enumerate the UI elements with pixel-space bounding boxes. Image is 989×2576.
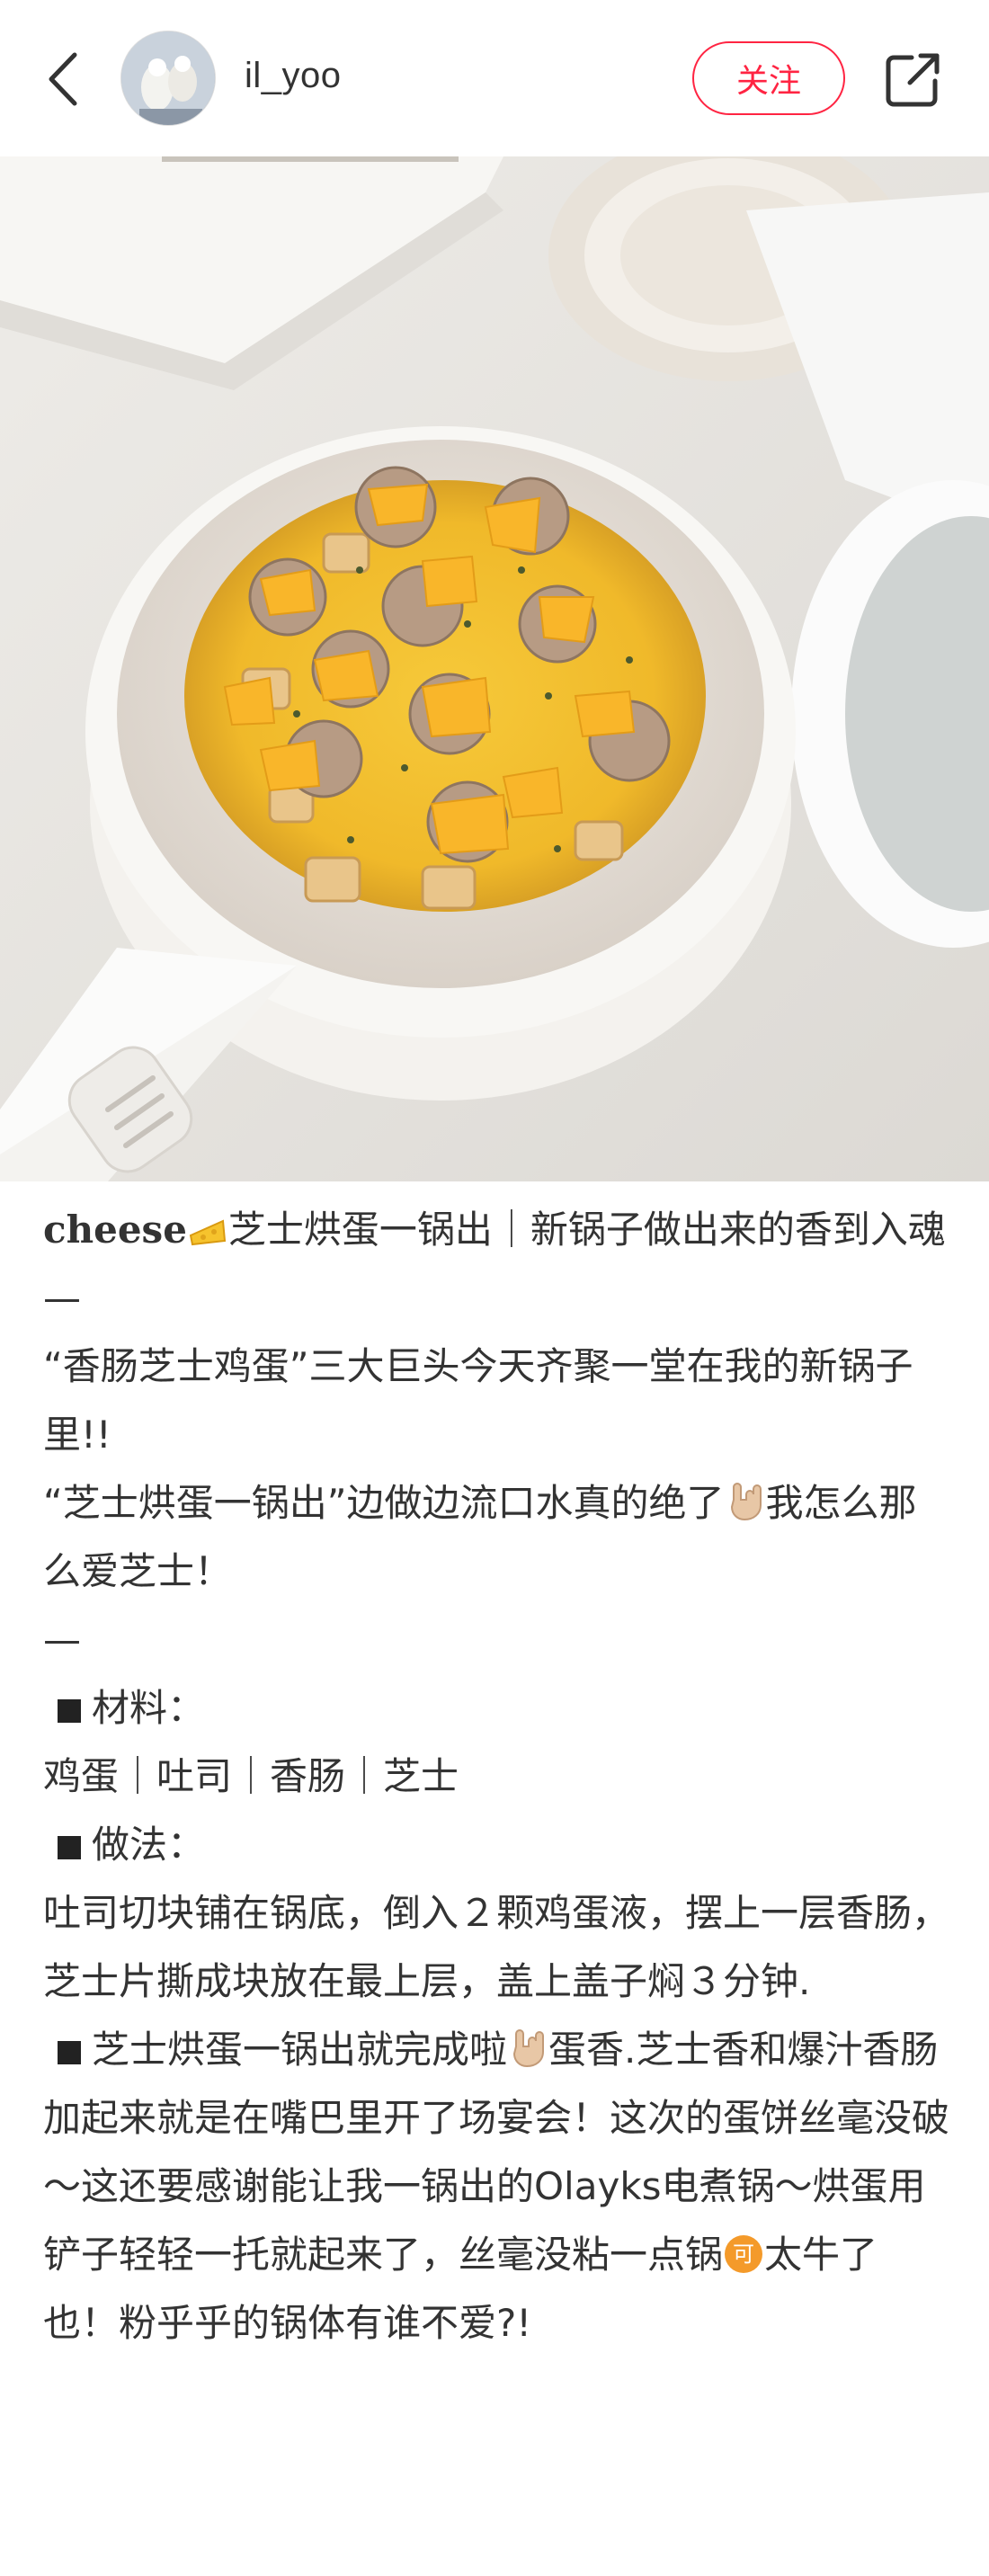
- method-label: 做法：: [92, 1823, 206, 1867]
- post-title: cheese 芝士烘蛋一锅出｜新锅子做出来的香到入魂: [43, 1196, 951, 1264]
- section-heading: 做法：: [43, 1811, 951, 1879]
- follow-button[interactable]: 关注: [692, 41, 845, 115]
- ingredients-label: 材料：: [92, 1686, 206, 1730]
- black-square-icon: [58, 2041, 81, 2064]
- black-square-icon: [58, 1836, 81, 1859]
- avatar[interactable]: [120, 31, 216, 126]
- svg-text:可: 可: [733, 2242, 754, 2267]
- finish-text: 芝士烘蛋一锅出就完成啦 蛋香.芝士香和爆汁香肠加起来就是在嘴巴里开了场宴会！这次的…: [43, 2016, 951, 2358]
- divider-dash: —: [43, 1618, 81, 1662]
- ke-badge-emoji: 可: [725, 2235, 763, 2273]
- username[interactable]: il_yoo: [245, 56, 342, 96]
- food-photo: [0, 156, 989, 1181]
- share-button[interactable]: [881, 49, 944, 111]
- section-heading: 材料：: [43, 1674, 951, 1743]
- divider-dash: —: [43, 1276, 81, 1320]
- post-title-en: cheese: [43, 1208, 187, 1252]
- post-title-text: 芝士烘蛋一锅出｜新锅子做出来的香到入魂: [227, 1208, 946, 1252]
- rock-hand-emoji: [730, 1483, 762, 1521]
- post-line-part: “芝士烘蛋一锅出”边做边流口水真的绝了: [43, 1481, 725, 1525]
- method-text: 吐司切块铺在锅底，倒入２颗鸡蛋液，摆上一层香肠，芝士片撕成块放在最上层，盖上盖子…: [43, 1891, 950, 2003]
- post-line: “芝士烘蛋一锅出”边做边流口水真的绝了 我怎么那么爱芝士！: [43, 1469, 951, 1606]
- post-image[interactable]: [0, 156, 989, 1181]
- top-bar: il_yoo 关注: [0, 0, 989, 156]
- black-square-icon: [58, 1699, 81, 1723]
- finish-part: 芝士烘蛋一锅出就完成啦: [92, 2028, 508, 2072]
- post-line: “香肠芝士鸡蛋”三大巨头今天齐聚一堂在我的新锅子里!!: [43, 1344, 913, 1457]
- post-content: cheese 芝士烘蛋一锅出｜新锅子做出来的香到入魂 — “香肠芝士鸡蛋”三大巨头…: [43, 1196, 951, 2358]
- share-icon: [886, 53, 940, 107]
- rock-hand-emoji: [513, 2029, 545, 2068]
- cheese-emoji: [189, 1219, 227, 1246]
- chevron-left-icon: [49, 52, 77, 106]
- ingredients-list: 鸡蛋｜吐司｜香肠｜芝士: [43, 1754, 459, 1798]
- back-button[interactable]: [36, 45, 90, 113]
